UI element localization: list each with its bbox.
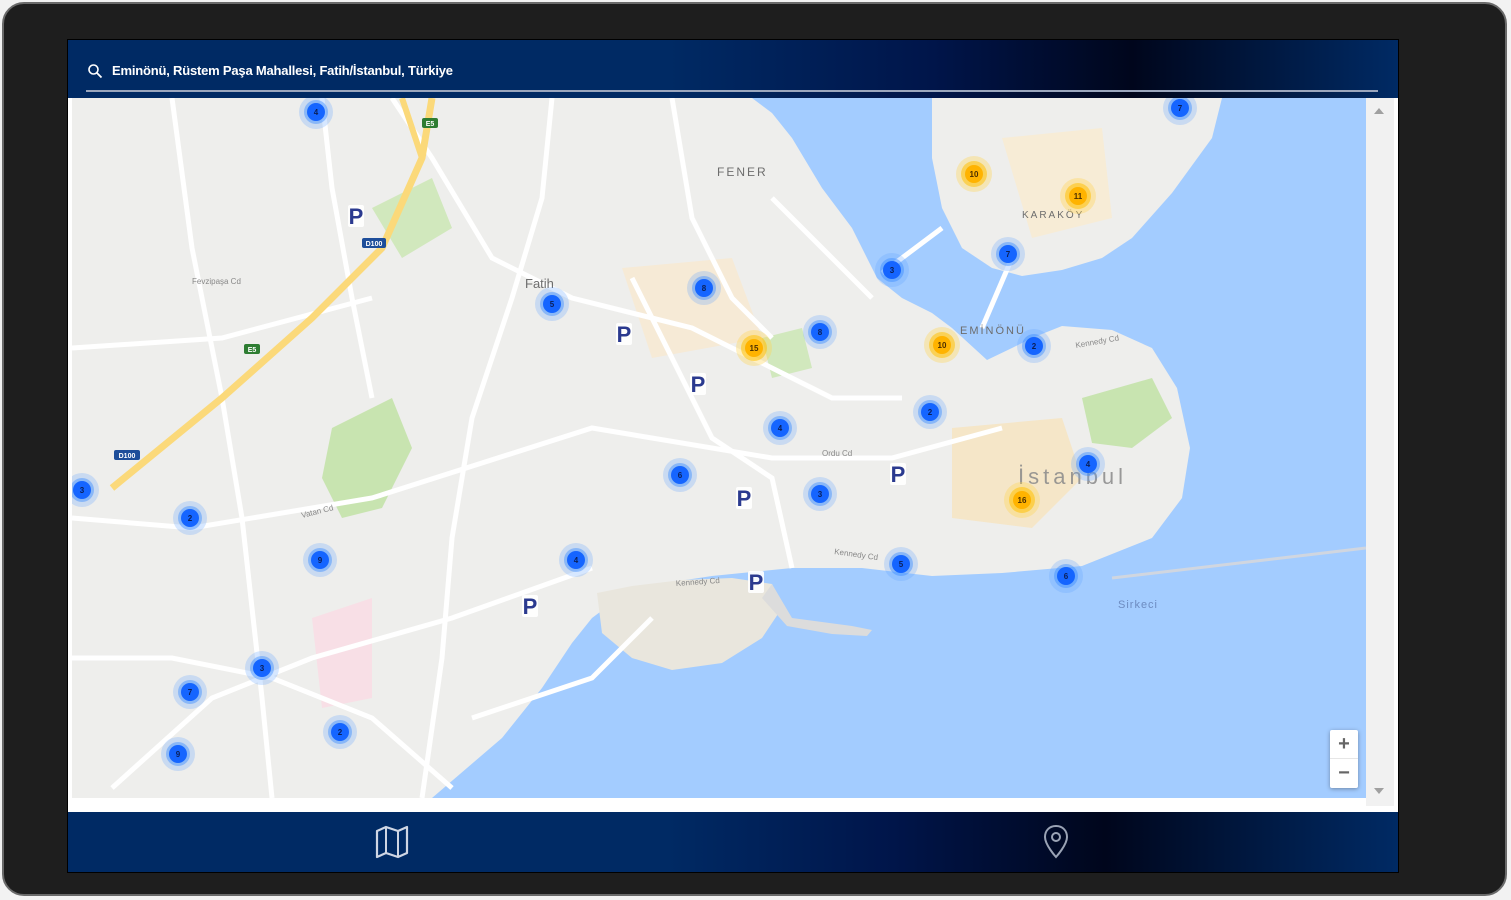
cluster-count: 8 xyxy=(818,328,823,337)
cluster-count: 10 xyxy=(970,170,979,179)
cluster-marker-blue[interactable]: 9 xyxy=(161,737,195,771)
cluster-count: 7 xyxy=(1006,250,1011,259)
cluster-count: 3 xyxy=(260,664,265,673)
app-screen: Eminönü, Rüstem Paşa Mahallesi, Fatih/İs… xyxy=(68,40,1398,872)
search-bar: Eminönü, Rüstem Paşa Mahallesi, Fatih/İs… xyxy=(68,40,1398,98)
cluster-marker-yellow[interactable]: 15 xyxy=(736,330,772,366)
parking-marker[interactable]: P xyxy=(348,204,364,229)
cluster-marker-blue[interactable]: 6 xyxy=(663,458,697,492)
place-label-sirkeci: Sirkeci xyxy=(1118,599,1158,611)
cluster-marker-blue[interactable]: 3 xyxy=(803,477,837,511)
scroll-up-arrow[interactable] xyxy=(1374,108,1384,114)
parking-letter: P xyxy=(691,372,706,397)
search-input[interactable]: Eminönü, Rüstem Paşa Mahallesi, Fatih/İs… xyxy=(86,54,1378,92)
parking-letter: P xyxy=(349,204,364,229)
cluster-count: 7 xyxy=(1178,104,1183,113)
cluster-marker-blue[interactable]: 3 xyxy=(245,651,279,685)
cluster-marker-blue[interactable]: 2 xyxy=(323,715,357,749)
device-frame: Eminönü, Rüstem Paşa Mahallesi, Fatih/İs… xyxy=(2,2,1507,896)
map-view[interactable]: E5 D100 D100 E5 FENER Fatih EMİNÖNÜ KARA… xyxy=(72,98,1366,798)
cluster-count: 10 xyxy=(938,341,947,350)
search-location-text: Eminönü, Rüstem Paşa Mahallesi, Fatih/İs… xyxy=(112,63,453,78)
svg-text:E5: E5 xyxy=(248,347,257,354)
cluster-count: 3 xyxy=(80,486,85,495)
cluster-count: 9 xyxy=(176,750,181,759)
place-label-eminonu: EMİNÖNÜ xyxy=(960,324,1026,337)
cluster-count: 4 xyxy=(778,424,783,433)
svg-text:D100: D100 xyxy=(366,241,383,248)
cluster-count: 2 xyxy=(1032,342,1037,351)
cluster-count: 11 xyxy=(1074,192,1083,201)
svg-text:E5: E5 xyxy=(426,121,435,128)
parking-marker[interactable]: P xyxy=(890,462,906,487)
cluster-marker-blue[interactable]: 3 xyxy=(875,253,909,287)
highway-badge: D100 xyxy=(114,450,140,460)
svg-text:D100: D100 xyxy=(119,453,136,460)
cluster-marker-blue[interactable]: 5 xyxy=(884,547,918,581)
cluster-count: 5 xyxy=(550,300,555,309)
cluster-marker-blue[interactable]: 6 xyxy=(1049,559,1083,593)
cluster-count: 2 xyxy=(928,408,933,417)
cluster-marker-yellow[interactable]: 11 xyxy=(1060,178,1096,214)
cluster-marker-blue[interactable]: 5 xyxy=(535,287,569,321)
cluster-count: 8 xyxy=(702,284,707,293)
cluster-count: 2 xyxy=(188,514,193,523)
cluster-count: 16 xyxy=(1018,496,1027,505)
location-pin-icon[interactable] xyxy=(1036,822,1076,862)
cluster-marker-blue[interactable]: 2 xyxy=(173,501,207,535)
zoom-control: + − xyxy=(1330,730,1358,788)
road-label: Fevzipaşa Cd xyxy=(192,277,241,286)
cluster-marker-blue[interactable]: 9 xyxy=(303,543,337,577)
zoom-in-button[interactable]: + xyxy=(1330,730,1358,759)
cluster-marker-yellow[interactable]: 10 xyxy=(956,156,992,192)
cluster-count: 3 xyxy=(890,266,895,275)
cluster-marker-blue[interactable]: 8 xyxy=(687,271,721,305)
parking-marker[interactable]: P xyxy=(616,322,632,347)
scrollbar[interactable] xyxy=(1366,98,1394,806)
cluster-count: 4 xyxy=(1086,460,1091,469)
cluster-count: 3 xyxy=(818,490,823,499)
search-icon[interactable] xyxy=(87,63,103,79)
cluster-count: 4 xyxy=(574,556,579,565)
parking-marker[interactable]: P xyxy=(522,594,538,619)
map-icon[interactable] xyxy=(372,822,412,862)
cluster-count: 4 xyxy=(314,108,319,117)
highway-badge: E5 xyxy=(244,344,260,354)
cluster-count: 15 xyxy=(750,344,759,353)
parking-letter: P xyxy=(749,570,764,595)
cluster-marker-blue[interactable]: 2 xyxy=(913,395,947,429)
cluster-count: 2 xyxy=(338,728,343,737)
cluster-marker-blue[interactable]: 8 xyxy=(803,315,837,349)
cluster-marker-blue[interactable]: 2 xyxy=(1017,329,1051,363)
cluster-marker-blue[interactable]: 7 xyxy=(173,675,207,709)
parking-letter: P xyxy=(523,594,538,619)
parking-marker[interactable]: P xyxy=(748,570,764,595)
zoom-out-button[interactable]: − xyxy=(1330,759,1358,787)
cluster-marker-blue[interactable]: 7 xyxy=(991,237,1025,271)
cluster-count: 5 xyxy=(899,560,904,569)
cluster-marker-yellow[interactable]: 16 xyxy=(1004,482,1040,518)
scroll-down-arrow[interactable] xyxy=(1374,788,1384,794)
highway-badge: D100 xyxy=(362,238,386,248)
cluster-count: 7 xyxy=(188,688,193,697)
parking-letter: P xyxy=(617,322,632,347)
cluster-marker-blue[interactable]: 4 xyxy=(763,411,797,445)
parking-letter: P xyxy=(737,486,752,511)
bottom-nav xyxy=(68,812,1398,872)
road-label: Ordu Cd xyxy=(822,449,852,458)
highway-badge: E5 xyxy=(422,118,438,128)
cluster-count: 6 xyxy=(1064,572,1069,581)
cluster-marker-yellow[interactable]: 10 xyxy=(924,327,960,363)
place-label-fener: FENER xyxy=(717,165,768,179)
cluster-marker-blue[interactable]: 4 xyxy=(1071,447,1105,481)
cluster-count: 9 xyxy=(318,556,323,565)
parking-letter: P xyxy=(891,462,906,487)
cluster-marker-blue[interactable]: 4 xyxy=(559,543,593,577)
cluster-count: 6 xyxy=(678,471,683,480)
parking-marker[interactable]: P xyxy=(690,372,706,397)
parking-marker[interactable]: P xyxy=(736,486,752,511)
